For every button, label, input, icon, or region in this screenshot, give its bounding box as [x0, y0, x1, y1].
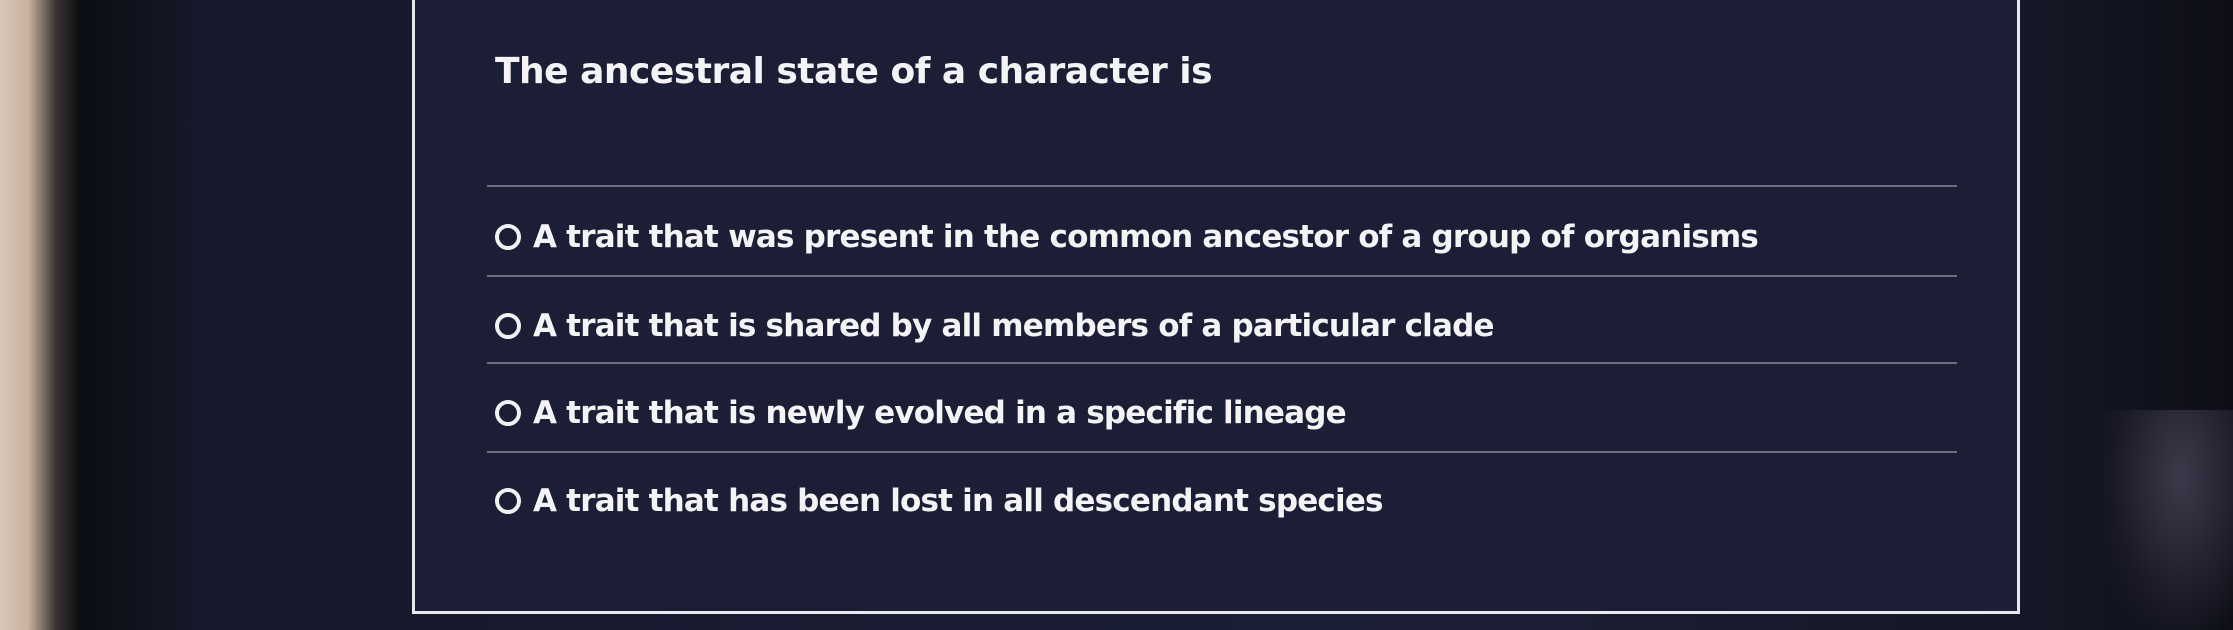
photo-scene: The ancestral state of a character is A …: [0, 0, 2233, 630]
answer-option-1[interactable]: A trait that was present in the common a…: [495, 219, 1759, 255]
answer-option-label: A trait that was present in the common a…: [533, 219, 1759, 255]
divider: [487, 451, 1957, 453]
reflection-glare: [2103, 410, 2233, 630]
screen-margin-left: [80, 0, 190, 630]
radio-button-icon[interactable]: [495, 224, 521, 250]
answer-option-label: A trait that is shared by all members of…: [533, 308, 1495, 344]
answer-option-4[interactable]: A trait that has been lost in all descen…: [495, 483, 1384, 519]
radio-button-icon[interactable]: [495, 400, 521, 426]
answer-option-2[interactable]: A trait that is shared by all members of…: [495, 308, 1495, 344]
radio-button-icon[interactable]: [495, 313, 521, 339]
question-text: The ancestral state of a character is: [495, 51, 1213, 92]
radio-button-icon[interactable]: [495, 488, 521, 514]
divider: [487, 185, 1957, 187]
answer-option-label: A trait that has been lost in all descen…: [533, 483, 1384, 519]
question-card: The ancestral state of a character is A …: [412, 0, 2020, 614]
answer-option-label: A trait that is newly evolved in a speci…: [533, 395, 1347, 431]
device-bezel-left: [0, 0, 80, 630]
divider: [487, 362, 1957, 364]
divider: [487, 275, 1957, 277]
answer-option-3[interactable]: A trait that is newly evolved in a speci…: [495, 395, 1347, 431]
